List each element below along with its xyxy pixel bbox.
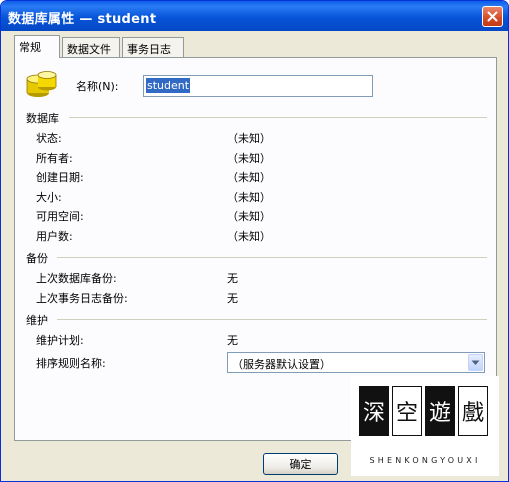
tab-data-files[interactable]: 数据文件	[62, 37, 120, 57]
watermark-char: 深	[359, 386, 389, 436]
last-db-backup-value: 无	[227, 272, 238, 285]
collation-value: （服务器默认设置）	[232, 358, 331, 371]
last-db-backup-label: 上次数据库备份:	[36, 272, 117, 285]
watermark-logo: 深 空 遊 戲 SHENKONGYOUXI	[351, 376, 499, 476]
name-field[interactable]: student	[143, 75, 373, 97]
collation-dropdown-button[interactable]	[468, 354, 483, 371]
watermark-char: 遊	[425, 386, 455, 436]
owner-label: 所有者:	[36, 152, 73, 165]
collation-label: 排序规则名称:	[36, 357, 106, 370]
watermark-chars: 深 空 遊 戲	[359, 386, 491, 442]
window-title: 数据库属性 — student	[8, 12, 157, 27]
watermark-subtitle: SHENKONGYOUXI	[369, 456, 481, 465]
maintenance-group-heading: 维护	[26, 314, 48, 327]
collation-select[interactable]: （服务器默认设置）	[227, 352, 485, 373]
ok-button[interactable]: 确定	[263, 453, 338, 475]
size-label: 大小:	[36, 191, 62, 204]
owner-value: （未知）	[227, 152, 271, 165]
watermark-char: 空	[392, 386, 422, 436]
name-label: 名称(N):	[76, 80, 119, 93]
database-icon	[26, 71, 57, 97]
created-date-value: （未知）	[227, 171, 271, 184]
close-button[interactable]	[482, 6, 503, 27]
database-group-divider	[69, 117, 487, 118]
size-value: （未知）	[227, 191, 271, 204]
watermark-char: 戲	[458, 386, 488, 436]
maintenance-plan-label: 维护计划:	[36, 334, 84, 347]
tab-general[interactable]: 常规	[14, 35, 60, 58]
free-space-value: （未知）	[227, 210, 271, 223]
status-label: 状态:	[36, 132, 62, 145]
tab-transaction-log[interactable]: 事务日志	[122, 37, 184, 57]
free-space-label: 可用空间:	[36, 210, 84, 223]
backup-group-heading: 备份	[26, 252, 48, 265]
maintenance-plan-value: 无	[227, 334, 238, 347]
database-group-heading: 数据库	[26, 112, 59, 125]
title-bar: 数据库属性 — student	[1, 1, 508, 31]
maintenance-group-divider	[57, 319, 487, 320]
user-count-label: 用户数:	[36, 230, 73, 243]
user-count-value: （未知）	[227, 230, 271, 243]
last-log-backup-label: 上次事务日志备份:	[36, 292, 128, 305]
last-log-backup-value: 无	[227, 292, 238, 305]
backup-group-divider	[57, 257, 487, 258]
close-icon	[487, 11, 498, 22]
chevron-down-icon	[471, 360, 480, 365]
status-value: （未知）	[227, 132, 271, 145]
database-properties-dialog: 数据库属性 — student 常规 数据文件 事务日志 名称(N): stud…	[0, 0, 509, 482]
created-date-label: 创建日期:	[36, 171, 84, 184]
name-value: student	[146, 78, 191, 93]
